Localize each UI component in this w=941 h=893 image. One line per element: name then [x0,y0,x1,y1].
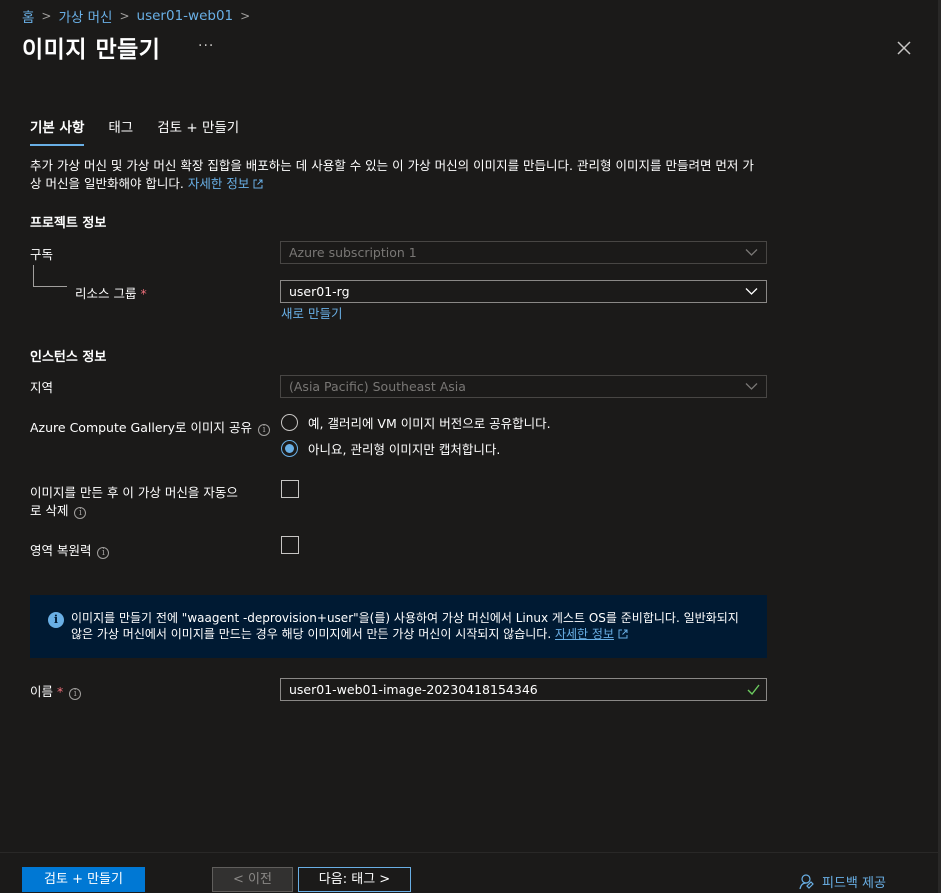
breadcrumb-home[interactable]: 홈 [22,6,34,26]
info-icon[interactable]: i [258,424,271,436]
zone-resiliency-checkbox[interactable] [281,536,299,554]
gallery-share-label: Azure Compute Gallery로 이미지 공유 i [30,417,271,436]
gallery-option-yes[interactable]: 예, 갤러리에 VM 이미지 버전으로 공유합니다. [281,413,551,432]
region-label: 지역 [30,380,54,395]
required-marker: * [140,286,147,301]
auto-delete-checkbox[interactable] [281,480,299,498]
create-new-resource-group-link[interactable]: 새로 만들기 [281,303,342,322]
breadcrumb: 홈 > 가상 머신 > user01-web01 > [22,6,257,26]
info-icon[interactable]: i [69,688,82,700]
tab-basics[interactable]: 기본 사항 [30,116,85,146]
breadcrumb-virtual-machines[interactable]: 가상 머신 [58,6,112,26]
info-banner-message: 이미지를 만들기 전에 "waagent -deprovision+user"을… [71,611,739,641]
chevron-down-icon [745,383,758,390]
gallery-share-label-text: Azure Compute Gallery로 이미지 공유 [30,420,253,435]
footer-divider [0,852,938,853]
chevron-down-icon [745,288,758,295]
auto-delete-label: 이미지를 만든 후 이 가상 머신을 자동으 로 삭제 i [30,484,238,520]
info-banner-text: 이미지를 만들기 전에 "waagent -deprovision+user"을… [71,610,751,642]
description: 추가 가상 머신 및 가상 머신 확장 집합을 배포하는 데 사용할 수 있는 … [30,157,760,193]
subscription-value: Azure subscription 1 [289,245,417,260]
info-banner: i 이미지를 만들기 전에 "waagent -deprovision+user… [30,595,767,658]
gallery-option-yes-label: 예, 갤러리에 VM 이미지 버전으로 공유합니다. [308,416,551,431]
banner-learn-more-link[interactable]: 자세한 정보 [555,627,614,641]
description-text: 추가 가상 머신 및 가상 머신 확장 집합을 배포하는 데 사용할 수 있는 … [30,158,754,191]
radio-button-selected[interactable] [281,440,298,457]
image-name-input[interactable]: user01-web01-image-20230418154346 [280,678,767,701]
subscription-select: Azure subscription 1 [280,241,767,264]
external-link-icon [618,629,628,639]
breadcrumb-separator-icon: > [119,9,130,23]
zone-resiliency-label-text: 영역 복원력 [30,543,92,558]
feedback-label: 피드백 제공 [822,876,886,891]
region-value: (Asia Pacific) Southeast Asia [289,379,466,394]
previous-button[interactable]: < 이전 [212,867,293,892]
required-marker: * [57,684,64,699]
external-link-icon [253,179,263,189]
zone-resiliency-label: 영역 복원력 i [30,540,110,559]
feedback-link[interactable]: 피드백 제공 [798,872,886,891]
name-label-text: 이름 [30,684,54,699]
tree-connector [33,265,67,287]
feedback-icon [799,874,814,890]
learn-more-link[interactable]: 자세한 정보 [188,176,249,191]
resource-group-value: user01-rg [289,284,350,299]
gallery-option-no[interactable]: 아니요, 관리형 이미지만 캡처합니다. [281,439,500,458]
breadcrumb-separator-icon: > [240,9,251,23]
tab-review-create[interactable]: 검토 + 만들기 [157,116,239,144]
next-tags-button[interactable]: 다음: 태그 > [298,867,411,892]
radio-button[interactable] [281,414,298,431]
name-label: 이름 * i [30,681,82,700]
breadcrumb-vm[interactable]: user01-web01 [137,8,234,24]
region-select: (Asia Pacific) Southeast Asia [280,375,767,398]
review-create-button[interactable]: 검토 + 만들기 [22,867,145,892]
tab-bar: 기본 사항 태그 검토 + 만들기 [30,116,263,146]
create-image-blade: 홈 > 가상 머신 > user01-web01 > 이미지 만들기 ··· 기… [0,0,938,893]
checkmark-icon [747,684,760,695]
info-icon: i [48,612,64,628]
more-options-icon[interactable]: ··· [198,38,214,54]
resource-group-label: 리소스 그룹 * [75,283,147,302]
subscription-label: 구독 [30,247,54,262]
image-name-value: user01-web01-image-20230418154346 [289,682,538,697]
project-details-heading: 프로젝트 정보 [30,216,107,231]
page-title: 이미지 만들기 [22,37,161,63]
gallery-option-no-label: 아니요, 관리형 이미지만 캡처합니다. [308,442,501,457]
tab-tags[interactable]: 태그 [108,116,133,144]
close-icon[interactable] [894,38,914,58]
instance-details-heading: 인스턴스 정보 [30,350,107,365]
chevron-down-icon [745,249,758,256]
auto-delete-label-line2: 로 삭제 [30,503,69,518]
auto-delete-label-line1: 이미지를 만든 후 이 가상 머신을 자동으 [30,485,238,500]
info-icon[interactable]: i [97,547,110,559]
info-icon[interactable]: i [74,507,87,519]
resource-group-label-text: 리소스 그룹 [75,286,137,301]
breadcrumb-separator-icon: > [41,9,52,23]
resource-group-select[interactable]: user01-rg [280,280,767,303]
